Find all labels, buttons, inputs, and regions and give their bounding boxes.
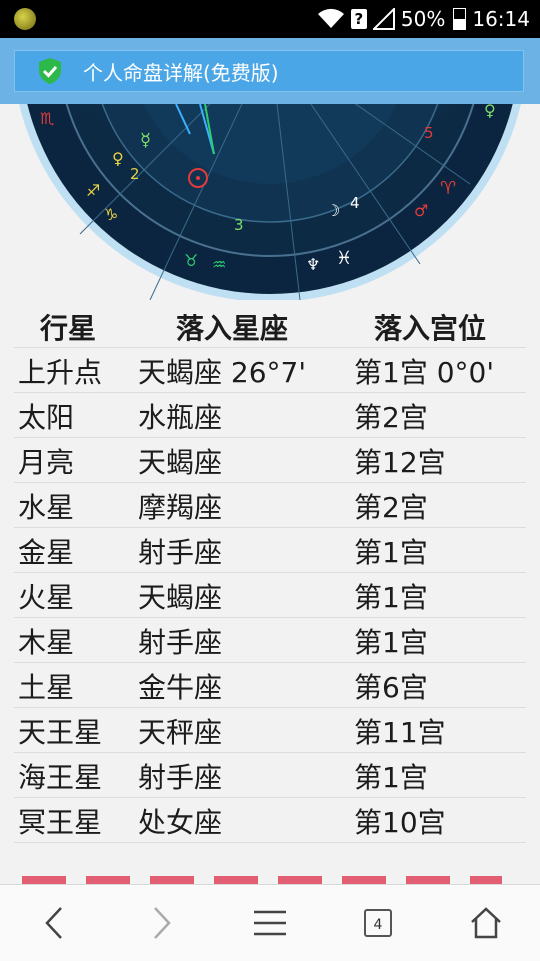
neptune-glyph: ♆ [306,255,320,274]
planet-house: 第2宫 [354,490,428,524]
page-title: 个人命盘详解(免费版) [83,60,279,85]
planet-sign: 天蝎座 [138,445,223,479]
chevron-left-icon [45,907,62,939]
home-button[interactable] [456,893,516,953]
back-button[interactable] [24,893,84,953]
scorpio-glyph: ♏ [40,109,54,128]
planet-sign: 射手座 [138,760,223,794]
planet-sign: 水瓶座 [138,400,223,434]
aquarius-glyph: ♒ [212,255,226,274]
planet-name: 太阳 [18,400,75,434]
signal-badge: ? [350,9,367,29]
wifi-icon [317,8,344,28]
table-row: 金星 射手座 第1宫 [14,528,526,573]
natal-chart: ♏ ☿ ♀ ♐ ♑ 2 3 4 5 ♉ ♒ ♆ ♓ ☽ ♈ ♂ ♀ [0,104,540,300]
table-row: 水星 摩羯座 第2宫 [14,483,526,528]
planet-name: 木星 [18,625,75,659]
planet-house: 第12宫 [354,445,446,479]
planet-name: 水星 [18,490,75,524]
table-row: 木星 射手座 第1宫 [14,618,526,663]
forward-button[interactable] [132,893,192,953]
table-row: 冥王星 处女座 第10宫 [14,798,526,843]
title-bar[interactable]: 个人命盘详解(免费版) [14,50,524,92]
planet-sign: 天蝎座 [138,580,223,614]
planet-house: 第1宫 [354,535,428,569]
pisces-glyph: ♓ [336,248,352,269]
browser-bottom-nav: 4 [0,884,540,961]
capricorn-glyph: ♑ [104,205,118,224]
next-section-peek [0,870,540,884]
house-number-4: 4 [350,194,360,212]
planet-name: 金星 [18,535,75,569]
planet-house: 第1宫 [354,580,428,614]
planet-house: 第1宫 0°0' [354,355,495,389]
planet-sign: 天蝎座 26°7' [138,355,307,389]
menu-icon [254,910,286,936]
house-number-5: 5 [424,124,434,142]
planet-sign: 金牛座 [138,670,223,704]
planet-sign: 摩羯座 [138,490,223,524]
battery-percent: 50% [400,7,446,31]
clock: 16:14 [472,7,530,31]
cell-signal-icon [372,8,395,30]
planet-sign: 射手座 [138,625,223,659]
mars-glyph: ♂ [414,201,428,220]
house-number-3: 3 [234,216,244,234]
planet-name: 火星 [18,580,75,614]
planet-house: 第2宫 [354,400,428,434]
planet-house: 第1宫 [354,625,428,659]
shield-check-icon [39,58,61,84]
tabs-button[interactable]: 4 [348,893,408,953]
status-bar: ? 50% 16:14 [0,0,540,38]
planet-name: 海王星 [18,760,103,794]
venus-glyph: ♀ [112,149,124,168]
planet-house: 第1宫 [354,760,428,794]
house-number-2: 2 [130,165,140,183]
header-sign: 落入星座 [176,312,289,345]
taurus-glyph: ♉ [184,251,198,270]
header-house: 落入宫位 [374,312,487,345]
table-row: 上升点 天蝎座 26°7' 第1宫 0°0' [14,348,526,393]
app-notification-icon [14,8,36,30]
planet-name: 上升点 [18,355,103,389]
planet-house: 第10宫 [354,805,446,839]
planet-sign: 射手座 [138,535,223,569]
menu-button[interactable] [240,893,300,953]
home-icon [471,907,501,939]
status-right: ? 50% 16:14 [317,4,530,34]
aries-glyph: ♈ [440,178,456,199]
mercury-glyph: ☿ [140,130,151,151]
header-planet: 行星 [40,312,97,345]
table-row: 太阳 水瓶座 第2宫 [14,393,526,438]
app-header: 个人命盘详解(免费版) [0,38,540,104]
planet-sign: 处女座 [138,805,223,839]
tab-count: 4 [364,909,392,937]
chevron-right-icon [154,907,171,939]
table-row: 土星 金牛座 第6宫 [14,663,526,708]
planet-name: 月亮 [18,445,75,479]
planet-name: 天王星 [18,715,103,749]
table-row: 火星 天蝎座 第1宫 [14,573,526,618]
table-header-row: 行星 落入星座 落入宫位 [14,306,526,348]
planet-name: 土星 [18,670,75,704]
venus-glyph-right: ♀ [484,104,496,120]
planet-house: 第11宫 [354,715,446,749]
natal-chart-wheel: ♏ ☿ ♀ ♐ ♑ 2 3 4 5 ♉ ♒ ♆ ♓ ☽ ♈ ♂ ♀ [19,104,521,300]
planet-house: 第6宫 [354,670,428,704]
sagittarius-glyph: ♐ [86,181,100,200]
table-row: 海王星 射手座 第1宫 [14,753,526,798]
planet-name: 冥王星 [18,805,103,839]
planet-sign: 天秤座 [138,715,223,749]
table-row: 月亮 天蝎座 第12宫 [14,438,526,483]
moon-glyph: ☽ [326,201,340,220]
table-row: 天王星 天秤座 第11宫 [14,708,526,753]
battery-icon [453,8,467,30]
planet-table: 行星 落入星座 落入宫位 上升点 天蝎座 26°7' 第1宫 0°0' 太阳 水瓶座 第2… [14,306,526,843]
